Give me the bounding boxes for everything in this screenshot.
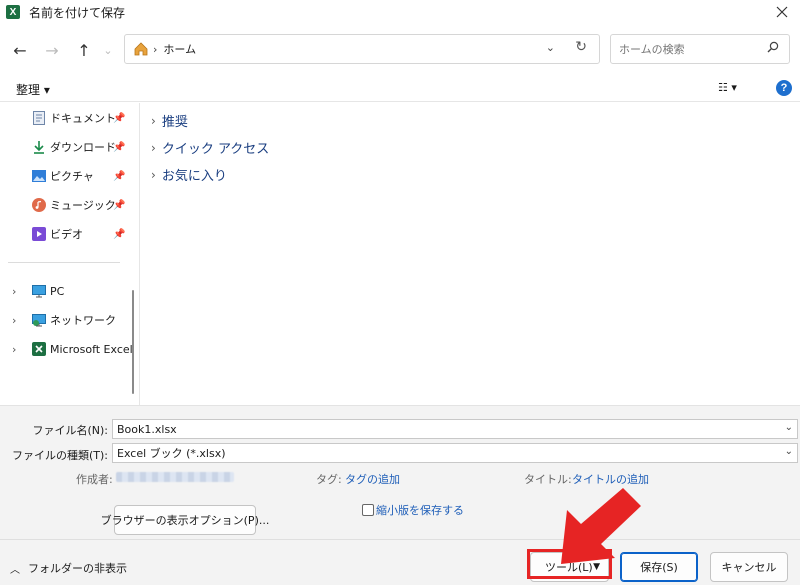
address-bar[interactable]: › ホーム ⌄ ↻: [124, 34, 600, 64]
chevron-right-icon: ›: [151, 167, 156, 182]
chevron-right-icon: ›: [151, 140, 156, 155]
chevron-right-icon: ›: [151, 113, 156, 128]
group-recommended[interactable]: › 推奨: [151, 111, 188, 131]
download-icon: [32, 140, 46, 154]
save-thumbnail-checkbox[interactable]: [362, 504, 374, 516]
sidebar-item-microsoft-excel[interactable]: › Microsoft Excel: [0, 338, 136, 360]
group-quick-access[interactable]: › クイック アクセス: [151, 138, 270, 158]
save-thumbnail-label[interactable]: 縮小版を保存する: [376, 502, 464, 518]
sidebar-item-videos[interactable]: ビデオ 📌: [0, 223, 136, 245]
title-bar: X 名前を付けて保存: [0, 0, 800, 24]
pc-icon: [32, 284, 46, 298]
recent-locations-chevron-icon[interactable]: ⌄: [96, 38, 120, 62]
group-favorites[interactable]: › お気に入り: [151, 165, 227, 185]
search-box[interactable]: [610, 34, 790, 64]
sidebar-item-downloads[interactable]: ダウンロード 📌: [0, 136, 136, 158]
file-list-pane: › 推奨 › クイック アクセス › お気に入り: [141, 103, 800, 405]
music-icon: [32, 198, 46, 212]
chevron-right-icon[interactable]: ›: [12, 343, 16, 356]
close-button[interactable]: [770, 0, 794, 24]
sidebar-item-label: ダウンロード: [50, 141, 116, 154]
view-options-button[interactable]: ☷ ▾: [718, 81, 737, 94]
refresh-icon[interactable]: ↻: [575, 39, 587, 55]
close-icon: [776, 6, 788, 18]
group-label: お気に入り: [161, 169, 227, 184]
excel-icon: [32, 342, 46, 356]
sidebar-scrollbar[interactable]: [132, 290, 134, 394]
filetype-value: Excel ブック (*.xlsx): [117, 447, 226, 460]
breadcrumb-separator: ›: [153, 42, 158, 56]
navigation-bar: ← → ↑ ⌄ › ホーム ⌄ ↻: [0, 32, 800, 68]
pin-icon[interactable]: 📌: [113, 113, 125, 124]
chevron-right-icon[interactable]: ›: [12, 285, 16, 298]
sidebar-item-network[interactable]: › ネットワーク: [0, 309, 136, 331]
filename-field[interactable]: Book1.xlsx ⌄: [112, 419, 798, 439]
search-icon: [767, 41, 779, 53]
forward-button[interactable]: →: [40, 38, 64, 62]
author-label: 作成者:: [76, 473, 113, 486]
filetype-label: ファイルの種類(T):: [11, 449, 108, 462]
filename-value: Book1.xlsx: [117, 422, 177, 436]
sidebar-item-label: ネットワーク: [50, 314, 116, 327]
excel-app-icon: X: [6, 5, 20, 19]
filename-label: ファイル名(N):: [32, 424, 108, 437]
document-icon: [32, 111, 46, 125]
add-tags-link[interactable]: タグの追加: [345, 471, 400, 487]
sidebar-item-label: ピクチャ: [50, 170, 94, 183]
chevron-right-icon[interactable]: ›: [12, 314, 16, 327]
sidebar-item-label: ドキュメント: [50, 112, 116, 125]
navigation-pane: ドキュメント 📌 ダウンロード 📌 ピクチャ 📌 ミュージック 📌 ビデオ 📌 …: [0, 103, 140, 405]
sidebar-item-label: ミュージック: [50, 199, 116, 212]
back-button[interactable]: ←: [8, 38, 32, 62]
cancel-button[interactable]: キャンセル: [710, 552, 788, 582]
tags-label: タグ:: [316, 473, 342, 486]
save-form-pane: ファイル名(N): Book1.xlsx ⌄ ファイルの種類(T): Excel…: [0, 405, 800, 585]
sidebar-item-pc[interactable]: › PC: [0, 280, 136, 302]
up-button[interactable]: ↑: [72, 38, 96, 62]
home-icon: [133, 41, 149, 57]
sidebar-item-documents[interactable]: ドキュメント 📌: [0, 107, 136, 129]
window-title: 名前を付けて保存: [29, 5, 126, 20]
sidebar-divider: [8, 262, 120, 263]
hide-folders-label: フォルダーの非表示: [28, 562, 127, 575]
sidebar-item-label: PC: [50, 284, 65, 298]
pin-icon[interactable]: 📌: [113, 142, 125, 153]
filetype-select[interactable]: Excel ブック (*.xlsx) ⌄: [112, 443, 798, 463]
pictures-icon: [32, 169, 46, 183]
video-icon: [32, 227, 46, 241]
sidebar-item-label: ビデオ: [50, 228, 83, 241]
sidebar-item-pictures[interactable]: ピクチャ 📌: [0, 165, 136, 187]
search-input[interactable]: [619, 42, 759, 56]
chevron-down-icon[interactable]: ⌄: [785, 446, 793, 457]
breadcrumb-home[interactable]: ホーム: [163, 41, 196, 57]
annotation-arrow-icon: [561, 488, 641, 564]
chevron-down-icon[interactable]: ⌄: [785, 422, 793, 433]
author-value-blurred[interactable]: [116, 472, 234, 482]
network-icon: [32, 313, 46, 327]
group-label: クイック アクセス: [161, 142, 270, 157]
organize-menu-button[interactable]: 整理 ▾: [16, 81, 50, 98]
footer-divider: [0, 539, 800, 540]
browser-view-options-button[interactable]: ブラウザーの表示オプション(P)...: [101, 505, 269, 535]
sidebar-item-label: Microsoft Excel: [50, 342, 133, 356]
help-icon[interactable]: ?: [776, 80, 792, 96]
hide-folders-button[interactable]: ︿ フォルダーの非表示: [10, 560, 127, 576]
pin-icon[interactable]: 📌: [113, 229, 125, 240]
address-dropdown-icon[interactable]: ⌄: [546, 41, 555, 54]
chevron-up-icon: ︿: [10, 564, 20, 576]
sidebar-item-music[interactable]: ミュージック 📌: [0, 194, 136, 216]
command-bar: 整理 ▾ ☷ ▾ ?: [0, 76, 800, 102]
group-label: 推奨: [161, 115, 188, 130]
pin-icon[interactable]: 📌: [113, 171, 125, 182]
pin-icon[interactable]: 📌: [113, 200, 125, 211]
